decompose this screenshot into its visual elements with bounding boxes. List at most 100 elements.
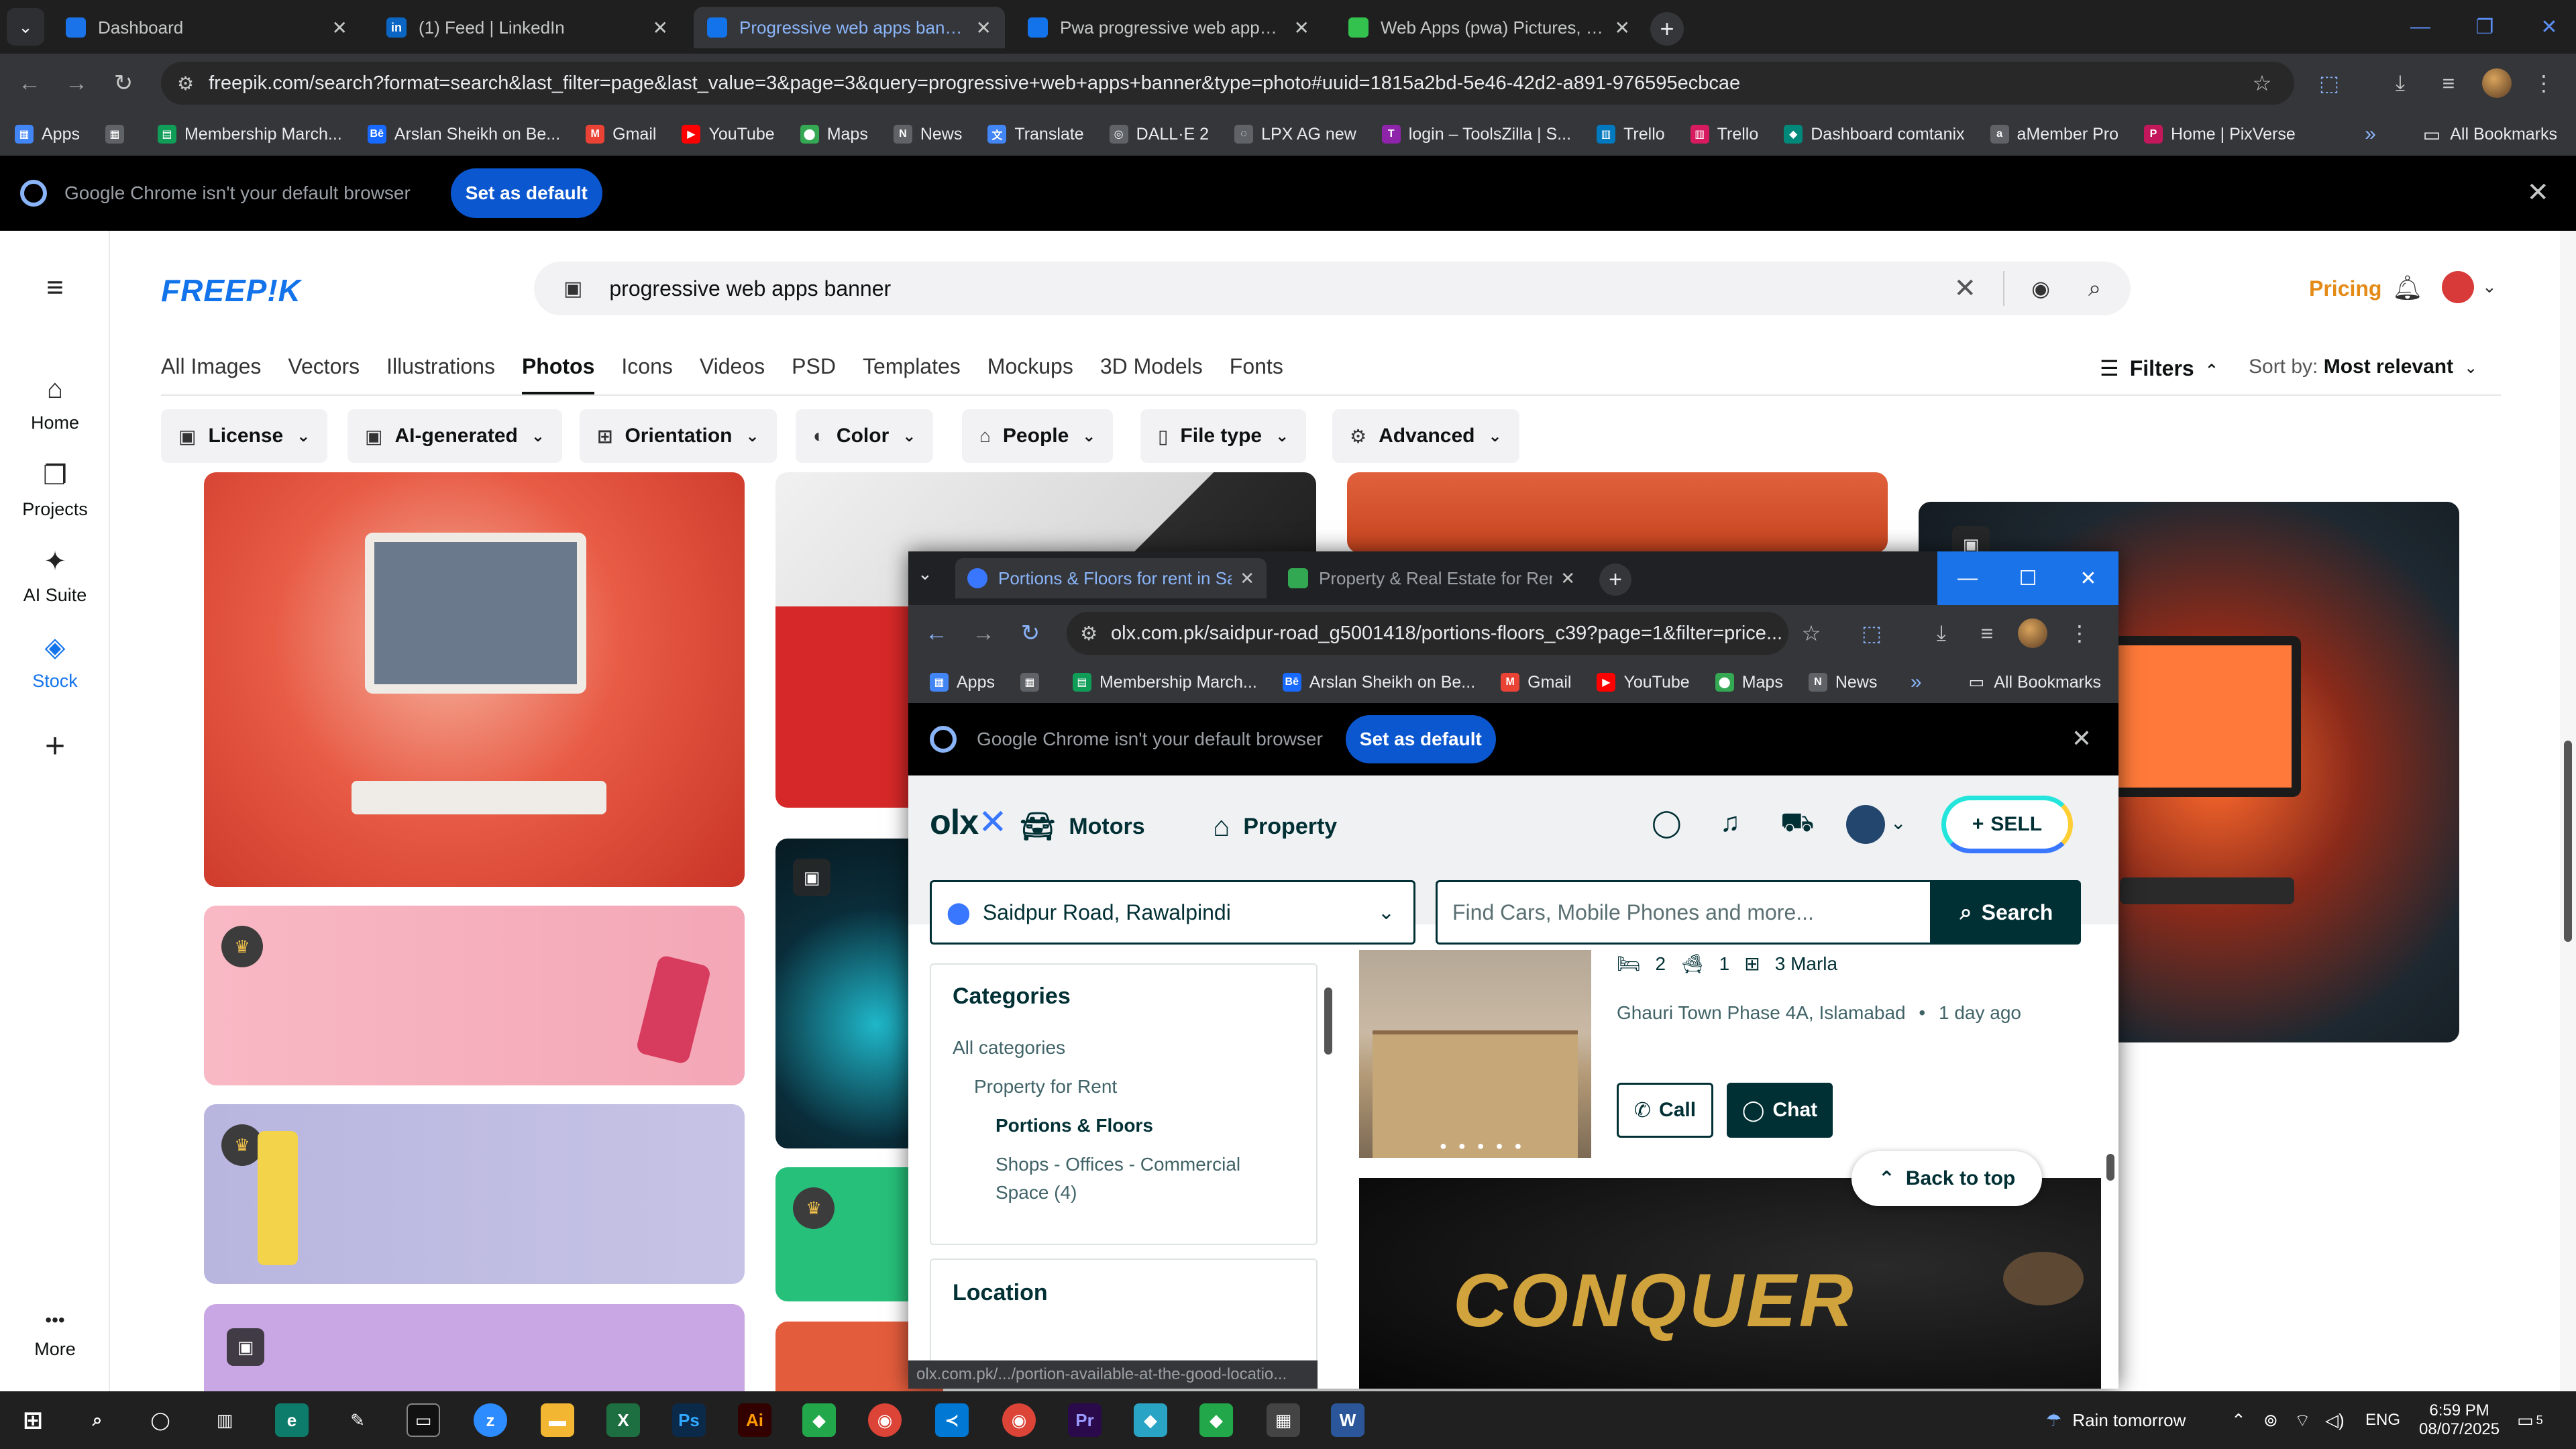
chrome-icon[interactable]: ◉ — [868, 1403, 902, 1437]
tab-search-icon[interactable]: ⌄ — [918, 564, 932, 584]
calculator-icon[interactable]: ▦ — [1267, 1403, 1300, 1437]
olx-address-bar[interactable]: ⚙ olx.com.pk/saidpur-road_g5001418/porti… — [1067, 612, 1788, 655]
bookmark-trello-2[interactable]: ▥ Trello — [1690, 125, 1758, 144]
chat-icon[interactable]: ◯ — [1652, 808, 1682, 839]
close-icon[interactable]: ✕ — [332, 17, 347, 39]
filter-color[interactable]: ◐ Color ⌄ — [796, 409, 934, 463]
image-type-icon[interactable]: ▣ — [564, 277, 582, 301]
tab-illustrations[interactable]: Illustrations — [386, 354, 495, 394]
illustrator-icon[interactable]: Ai — [738, 1403, 771, 1437]
volume-icon[interactable]: ◁) — [2325, 1391, 2345, 1449]
address-bar[interactable]: ⚙ freepik.com/search?format=search&last_… — [161, 62, 2294, 105]
set-as-default-button[interactable]: Set as default — [1345, 715, 1496, 763]
close-window-icon[interactable]: ✕ — [2517, 0, 2576, 54]
nav-add[interactable]: + — [0, 726, 110, 774]
close-icon[interactable]: ✕ — [653, 17, 668, 39]
category-property-for-rent[interactable]: Property for Rent — [974, 1076, 1117, 1097]
close-icon[interactable]: ✕ — [1615, 17, 1630, 39]
bookmark-toolszilla[interactable]: Tlogin – ToolsZilla | S... — [1381, 125, 1571, 144]
bookmark-behance[interactable]: Bē Arslan Sheikh on Be... — [1282, 673, 1475, 692]
notifications-icon[interactable]: ▭ 5 — [2517, 1391, 2543, 1449]
back-icon[interactable]: ← — [920, 617, 953, 649]
hamburger-menu-icon[interactable]: ≡ — [0, 271, 110, 313]
site-info-icon[interactable]: ⚙ — [1080, 622, 1097, 645]
nav-projects[interactable]: ❐ Projects — [0, 460, 110, 520]
cortana-icon[interactable]: ◯ — [144, 1403, 177, 1437]
pricing-link[interactable]: Pricing — [2309, 276, 2381, 301]
restore-icon[interactable]: ❐ — [2453, 0, 2517, 54]
sort-dropdown[interactable]: Sort by: Most relevant ⌄ — [2249, 356, 2477, 378]
ad-banner[interactable]: CONQUER — [1359, 1178, 2101, 1389]
listing-card[interactable]: ● ● ● ● ● 🛏︎ 2 🛁︎ 1 ⊞ 3 Marla Ghauri Town P… — [1359, 950, 2076, 1158]
scrollbar-thumb[interactable] — [2564, 741, 2572, 942]
search-bar[interactable]: ▣ progressive web apps banner ✕ ◉ ⌕ — [534, 262, 2131, 315]
site-info-icon[interactable]: ⚙ — [177, 72, 194, 95]
nav-stock[interactable]: ◈ Stock — [0, 632, 110, 692]
bookmark-lpx[interactable]: ◌ LPX AG new — [1234, 125, 1356, 144]
bookmark-membership[interactable]: ▤ Membership March... — [1072, 673, 1257, 692]
tab-search-button[interactable]: ⌄ — [7, 8, 44, 46]
close-icon[interactable]: ✕ — [1294, 17, 1309, 39]
category-shops-offices[interactable]: Shops - Offices - Commercial — [996, 1154, 1240, 1175]
close-icon[interactable]: ✕ — [1240, 568, 1254, 589]
bookmark-behance[interactable]: Bē Arslan Sheikh on Be... — [367, 125, 560, 144]
reload-icon[interactable]: ↻ — [107, 67, 140, 99]
bookmark-star-icon[interactable]: ☆ — [2247, 68, 2277, 98]
wifi-icon[interactable]: ⌔ — [2294, 1391, 2310, 1449]
result-image-lavender-phone[interactable]: ♛ — [204, 1104, 745, 1284]
new-tab-button[interactable]: + — [1650, 12, 1684, 46]
zoom-icon[interactable]: z — [474, 1403, 507, 1437]
profile-avatar[interactable] — [2018, 619, 2047, 648]
bookmark-apps[interactable]: ▦ Apps — [930, 673, 995, 692]
set-as-default-button[interactable]: Set as default — [450, 168, 602, 218]
search-button[interactable]: ⌕ Search — [1932, 880, 2081, 945]
new-tab-button[interactable]: + — [1599, 564, 1631, 596]
bookmark-amember[interactable]: a aMember Pro — [1990, 125, 2118, 144]
search-input[interactable]: Find Cars, Mobile Phones and more... — [1436, 880, 1932, 945]
excel-icon[interactable]: X — [606, 1403, 640, 1437]
nav-more[interactable]: ••• More — [0, 1309, 110, 1360]
bookmark-membership[interactable]: ▤ Membership March... — [157, 125, 342, 144]
search-input[interactable]: progressive web apps banner — [609, 276, 891, 301]
chat-button[interactable]: ◯ Chat — [1727, 1083, 1833, 1138]
tab-all-images[interactable]: All Images — [161, 354, 261, 394]
bookmarks-overflow-icon[interactable]: » — [2365, 123, 2376, 146]
all-bookmarks[interactable]: All Bookmarks — [1994, 673, 2101, 692]
close-icon[interactable]: ✕ — [1560, 568, 1575, 589]
filter-people[interactable]: ⌂ People ⌄ — [962, 409, 1114, 463]
bookmarks-overflow-icon[interactable]: » — [1911, 671, 1922, 694]
photoshop-icon[interactable]: Ps — [672, 1403, 706, 1437]
tab-psd[interactable]: PSD — [792, 354, 836, 394]
sell-button[interactable]: + SELL — [1941, 796, 2073, 853]
bookmark-news[interactable]: N News — [1808, 673, 1877, 692]
weather-widget[interactable]: ☂ Rain tomorrow — [2046, 1391, 2186, 1449]
chrome-active-icon[interactable]: ◉ — [1002, 1403, 1036, 1437]
bookmark-maps[interactable]: ⬤ Maps — [1715, 673, 1783, 692]
bookmark-tab-groups[interactable]: ▦ — [105, 125, 132, 144]
clear-search-icon[interactable]: ✕ — [1953, 273, 1976, 304]
profile-avatar[interactable] — [2482, 68, 2512, 98]
category-portions-floors[interactable]: Portions & Floors — [996, 1115, 1153, 1136]
tab-photos[interactable]: Photos — [521, 354, 595, 394]
nav-home[interactable]: ⌂ Home — [0, 374, 110, 433]
tab-olx-portions[interactable]: Portions & Floors for rent in Sa ✕ — [955, 558, 1267, 598]
user-avatar[interactable] — [1846, 805, 1885, 844]
extension-icon[interactable]: ⬚ — [2314, 68, 2344, 98]
tab-freepik-progressive[interactable]: Progressive web apps banner P ✕ — [694, 7, 1005, 48]
result-image-retro-computer[interactable] — [204, 472, 745, 887]
chevron-down-icon[interactable]: ⌄ — [1890, 812, 1906, 834]
tab-mockups[interactable]: Mockups — [987, 354, 1073, 394]
filter-advanced[interactable]: ⚙ Advanced ⌄ — [1332, 409, 1519, 463]
reload-icon[interactable]: ↻ — [1014, 617, 1046, 649]
camera-search-icon[interactable]: ◉ — [2031, 276, 2050, 301]
back-to-top-button[interactable]: ⌃ Back to top — [1851, 1151, 2042, 1206]
notifications-bell-icon[interactable]: ♫ — [1720, 808, 1740, 838]
tab-freepik-pwa[interactable]: Pwa progressive web apps sma ✕ — [1014, 7, 1323, 48]
bookmark-tab-groups[interactable]: ▦ — [1020, 673, 1047, 692]
cart-icon[interactable]: ⛟ — [1780, 808, 1814, 841]
menu-kebab-icon[interactable]: ⋮ — [2065, 619, 2094, 648]
network-icon[interactable]: ⊚ — [2263, 1391, 2278, 1449]
nav-motors[interactable]: 🚘︎ Motors — [1020, 810, 1145, 843]
bookmark-translate[interactable]: 文 Translate — [987, 125, 1084, 144]
bookmark-apps[interactable]: ▦ Apps — [15, 125, 80, 144]
